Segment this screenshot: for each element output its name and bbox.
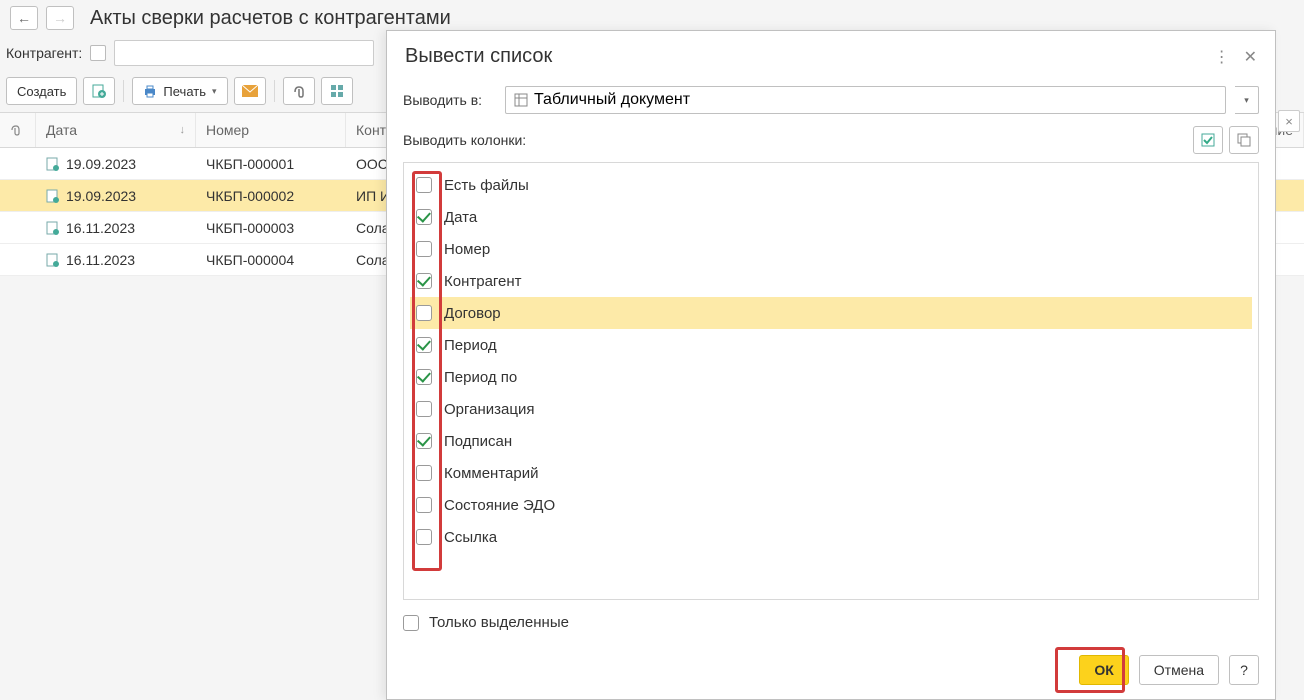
col-attachment[interactable] xyxy=(0,113,36,147)
uncheck-all-icon xyxy=(1237,133,1251,147)
column-item[interactable]: Период по xyxy=(410,361,1252,393)
only-selected-label: Только выделенные xyxy=(429,614,569,631)
cell-date: 19.09.2023 xyxy=(36,156,196,172)
col-date[interactable]: Дата ↓ xyxy=(36,113,196,147)
column-checkbox[interactable] xyxy=(416,529,432,545)
column-item[interactable]: Есть файлы xyxy=(410,169,1252,201)
column-label: Комментарий xyxy=(444,465,538,482)
cell-number: ЧКБП-000001 xyxy=(196,156,346,172)
column-label: Контрагент xyxy=(444,273,522,290)
document-icon xyxy=(46,221,60,235)
caret-down-icon: ▾ xyxy=(1244,95,1249,106)
nav-back-button[interactable]: ← xyxy=(10,6,38,30)
cell-number: ЧКБП-000002 xyxy=(196,188,346,204)
column-item[interactable]: Период xyxy=(410,329,1252,361)
column-item[interactable]: Комментарий xyxy=(410,457,1252,489)
uncheck-all-button[interactable] xyxy=(1229,126,1259,154)
sort-indicator-icon: ↓ xyxy=(180,124,186,136)
column-item[interactable]: Ссылка xyxy=(410,521,1252,553)
dialog-menu-icon[interactable]: ⋮ xyxy=(1214,47,1230,67)
output-to-dropdown-button[interactable]: ▾ xyxy=(1235,86,1259,114)
document-icon xyxy=(46,157,60,171)
column-checkbox[interactable] xyxy=(416,209,432,225)
print-button[interactable]: Печать ▾ xyxy=(132,77,227,105)
column-label: Дата xyxy=(444,209,477,226)
column-item[interactable]: Контрагент xyxy=(410,265,1252,297)
column-item[interactable]: Организация xyxy=(410,393,1252,425)
page-title: Акты сверки расчетов с контрагентами xyxy=(90,7,451,30)
table-doc-icon xyxy=(514,93,528,107)
dialog-close-icon[interactable]: ✕ xyxy=(1244,47,1257,67)
create-button[interactable]: Создать xyxy=(6,77,77,105)
output-to-label: Выводить в: xyxy=(403,92,495,108)
toolbar-separator xyxy=(274,80,275,102)
column-checkbox[interactable] xyxy=(416,305,432,321)
column-checkbox[interactable] xyxy=(416,337,432,353)
document-icon xyxy=(46,189,60,203)
cancel-button[interactable]: Отмена xyxy=(1139,655,1219,685)
column-checkbox[interactable] xyxy=(416,497,432,513)
column-item[interactable]: Договор xyxy=(410,297,1252,329)
cell-date: 16.11.2023 xyxy=(36,220,196,236)
columns-header: Выводить колонки: xyxy=(387,122,1275,162)
column-label: Ссылка xyxy=(444,529,497,546)
toolbar-separator xyxy=(123,80,124,102)
only-selected-checkbox[interactable] xyxy=(403,615,419,631)
dialog-footer: ОК Отмена ? xyxy=(387,645,1275,699)
column-label: Период xyxy=(444,337,497,354)
cell-date: 19.09.2023 xyxy=(36,188,196,204)
column-item[interactable]: Подписан xyxy=(410,425,1252,457)
filter-label: Контрагент: xyxy=(6,45,82,61)
column-item[interactable]: Дата xyxy=(410,201,1252,233)
column-label: Номер xyxy=(444,241,490,258)
caret-down-icon: ▾ xyxy=(212,86,217,97)
document-icon xyxy=(46,253,60,267)
column-label: Организация xyxy=(444,401,534,418)
check-all-button[interactable] xyxy=(1193,126,1223,154)
paperclip-icon xyxy=(292,84,306,98)
cell-number: ЧКБП-000004 xyxy=(196,252,346,268)
mail-button[interactable] xyxy=(234,77,266,105)
column-label: Есть файлы xyxy=(444,177,529,194)
printer-icon xyxy=(143,84,157,98)
dialog-title: Вывести список xyxy=(405,45,552,68)
column-label: Договор xyxy=(444,305,501,322)
columns-list: Есть файлы Дата Номер Контрагент Договор Пери… xyxy=(403,162,1259,600)
mail-icon xyxy=(242,85,258,97)
help-button[interactable]: ? xyxy=(1229,655,1259,685)
column-item[interactable]: Номер xyxy=(410,233,1252,265)
filter-input[interactable] xyxy=(114,40,374,66)
check-all-icon xyxy=(1201,133,1215,147)
attach-button[interactable] xyxy=(283,77,315,105)
column-item[interactable]: Состояние ЭДО xyxy=(410,489,1252,521)
column-checkbox[interactable] xyxy=(416,433,432,449)
document-plus-icon xyxy=(92,84,106,98)
copy-button[interactable] xyxy=(83,77,115,105)
column-checkbox[interactable] xyxy=(416,401,432,417)
close-panel-button[interactable]: × xyxy=(1278,110,1300,132)
output-to-select[interactable]: Табличный документ xyxy=(505,86,1226,114)
columns-label: Выводить колонки: xyxy=(403,132,526,148)
column-checkbox[interactable] xyxy=(416,465,432,481)
column-checkbox[interactable] xyxy=(416,177,432,193)
only-selected-row: Только выделенные xyxy=(387,600,1275,645)
column-label: Подписан xyxy=(444,433,512,450)
more-button[interactable] xyxy=(321,77,353,105)
filter-checkbox[interactable] xyxy=(90,45,106,61)
column-label: Состояние ЭДО xyxy=(444,497,555,514)
output-to-row: Выводить в: Табличный документ ▾ xyxy=(387,82,1275,122)
column-checkbox[interactable] xyxy=(416,273,432,289)
column-label: Период по xyxy=(444,369,517,386)
column-checkbox[interactable] xyxy=(416,241,432,257)
col-number[interactable]: Номер xyxy=(196,113,346,147)
nav-forward-button[interactable]: → xyxy=(46,6,74,30)
cell-date: 16.11.2023 xyxy=(36,252,196,268)
ok-button[interactable]: ОК xyxy=(1079,655,1128,685)
paperclip-icon xyxy=(10,124,22,136)
grid-icon xyxy=(330,84,344,98)
column-checkbox[interactable] xyxy=(416,369,432,385)
cell-number: ЧКБП-000003 xyxy=(196,220,346,236)
export-list-dialog: Вывести список ⋮ ✕ Выводить в: Табличный… xyxy=(386,30,1276,700)
dialog-header: Вывести список ⋮ ✕ xyxy=(387,31,1275,82)
